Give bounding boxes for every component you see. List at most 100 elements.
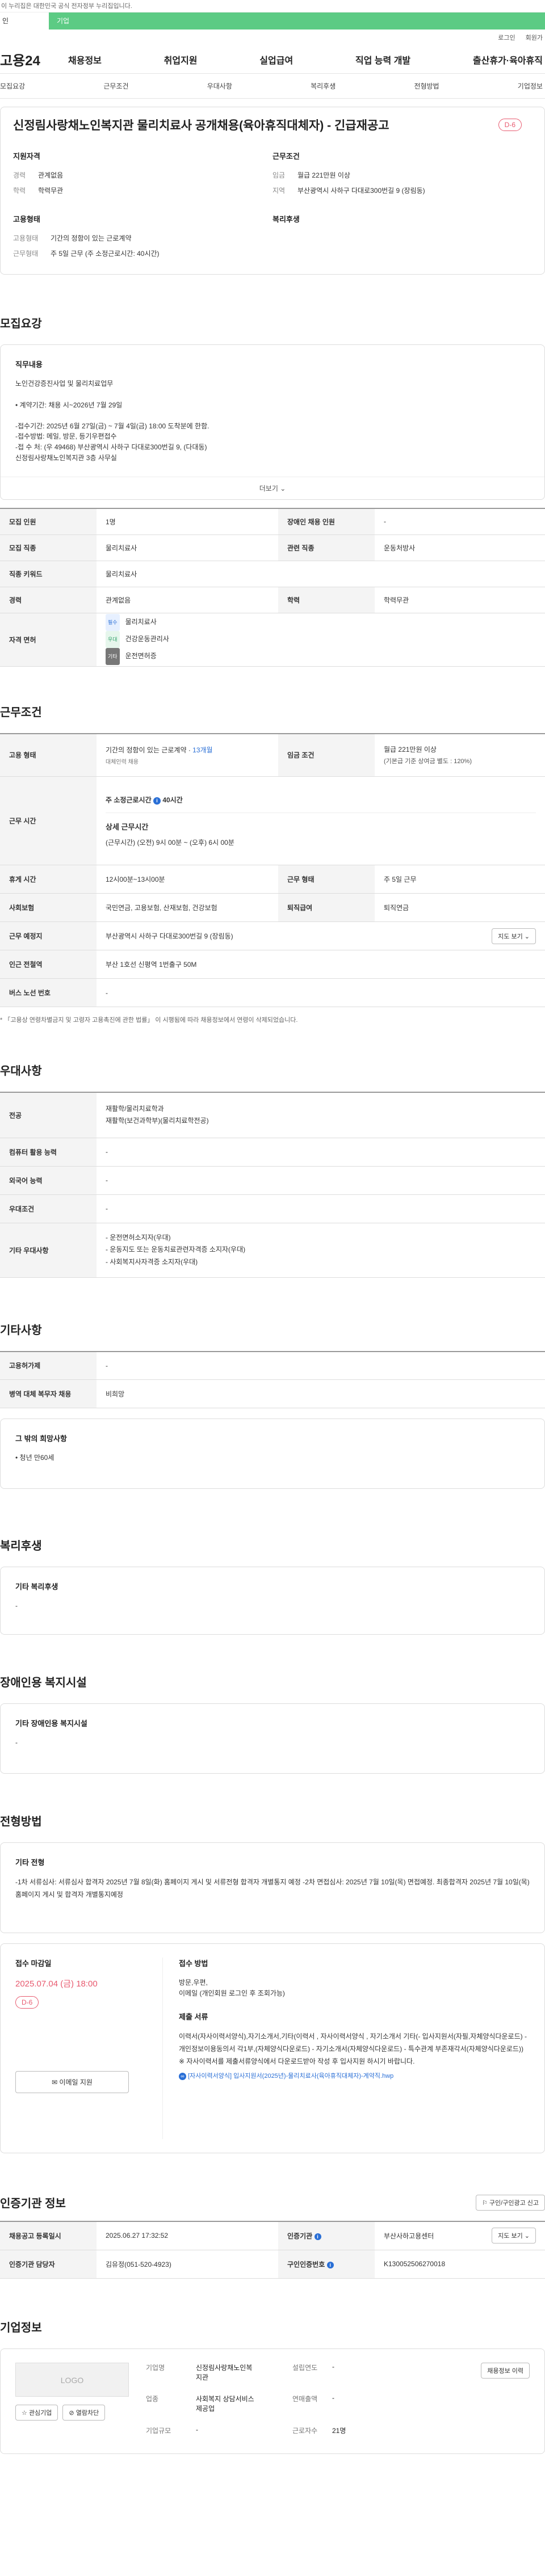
map-button[interactable]: 지도 보기 ⌄ — [492, 2228, 536, 2244]
cell-label: 고용 형태 — [0, 733, 97, 777]
info-icon[interactable]: i — [314, 2233, 321, 2240]
cell-value: 부산사하고용센터 — [384, 2232, 434, 2240]
snb-process[interactable]: 전형방법 — [414, 81, 439, 91]
company-industry-label: 업종 — [146, 2395, 159, 2404]
license-name: 건강운동관리사 — [125, 635, 169, 643]
wage-value: 월급 221만원 이상 — [384, 746, 437, 754]
snb-work[interactable]: 근무조건 — [103, 81, 128, 91]
mail-icon: ✉ — [52, 2078, 58, 2087]
license-badge: 기타 — [106, 648, 120, 666]
gnb-vocational-training[interactable]: 직업 능력 개발 — [355, 53, 410, 66]
cell-value: - — [97, 1351, 545, 1380]
cell-label: 퇴직급여 — [278, 893, 375, 923]
etc-box-item: • 청년 만60세 — [15, 1454, 54, 1462]
gnb-maternity-leave[interactable]: 출산휴가·육아휴직 — [473, 53, 543, 66]
welfare-box-value: - — [15, 1602, 18, 1610]
email-apply-button[interactable]: ✉ 이메일 지원 — [15, 2071, 129, 2094]
gnb-unemployment-benefit[interactable]: 실업급여 — [259, 53, 293, 66]
wage-sub: (기본급 기준 상여금 별도 : 120%) — [384, 758, 472, 765]
report-icon: ⚐ — [481, 2199, 488, 2207]
week-hours-label: 주 소정근로시간 — [106, 795, 152, 804]
cell-label: 휴게 시간 — [0, 865, 97, 894]
snb-pref[interactable]: 우대사항 — [207, 81, 232, 91]
gov-notice: 이 누리집은 대한민국 공식 전자정부 누리집입니다. — [0, 0, 545, 12]
section-title-disabled: 장애인용 복지시설 — [0, 1677, 87, 1690]
job-summary-card: 신정림사랑채노인복지관 물리치료사 공개채용(육아휴직대체자) - 긴급재공고 … — [0, 107, 545, 275]
gnb-employment-support[interactable]: 취업지원 — [164, 53, 198, 66]
cell-label: 인증기관 — [287, 2232, 313, 2240]
cell-value: - 운전면허소지자(우대) - 운동지도 또는 운동치료관련자격증 소지자(우대… — [97, 1223, 545, 1278]
license-name: 물리치료사 — [125, 618, 157, 626]
recruit-box: 직무내용 노인건강증진사업 및 물리치료업무 • 계약기간: 채용 시~2026… — [0, 344, 545, 500]
map-button[interactable]: 지도 보기 ⌄ — [492, 928, 536, 944]
more-label: 더보기 — [259, 485, 278, 493]
cell-label: 구인인증번호 — [287, 2260, 325, 2268]
section-title-etc: 기타사항 — [0, 1324, 42, 1337]
cell-value: 1명 — [97, 508, 278, 535]
more-button[interactable]: 더보기 ⌄ — [1, 477, 544, 499]
cell-value: 물리치료사 — [97, 561, 545, 587]
cell-label: 근무 형태 — [278, 865, 375, 894]
cell-value: 비희망 — [97, 1379, 545, 1409]
disabled-box-title: 기타 장애인용 복지시설 — [15, 1719, 87, 1728]
snb-company[interactable]: 기업정보 — [518, 81, 543, 91]
process-box-title: 기타 전형 — [15, 1858, 45, 1867]
disabled-box-value: - — [15, 1739, 18, 1747]
snb-welfare[interactable]: 복리후생 — [311, 81, 336, 91]
docs-value: 이력서(자사이력서양식),자기소개서,기타(이력서 , 자사이력서양식 , 자기… — [179, 2032, 527, 2065]
work-type-value: 주 5일 근무 (주 소정근로시간: 40시간) — [51, 250, 160, 258]
job-history-button[interactable]: 채용정보 이력 — [481, 2362, 530, 2379]
cell-label: 우대조건 — [0, 1194, 97, 1223]
tab-company[interactable]: 기업 — [49, 12, 98, 30]
tab-personal[interactable]: 인 — [0, 12, 49, 30]
docs-label: 제출 서류 — [179, 2013, 208, 2022]
cell-label: 모집 직종 — [0, 534, 97, 561]
company-staff-label: 근로자수 — [292, 2427, 318, 2435]
qual-edu-label: 학력 — [13, 187, 26, 195]
etc-box: 그 밖의 희망사항 • 청년 만60세 — [0, 1419, 545, 1489]
info-icon[interactable]: i — [326, 2261, 334, 2268]
cell-value: 12시00분~13시00분 — [97, 865, 278, 894]
favorite-label: 관심기업 — [28, 2409, 52, 2417]
chevron-down-icon: ⌄ — [524, 2233, 530, 2240]
cell-value: 관계없음 — [97, 587, 278, 613]
gnb-jobs[interactable]: 채용정보 — [68, 53, 102, 66]
attachment-link[interactable]: [자사이력서양식] 입사지원서(2025년)-물리치료사(육아휴직대체자)-계약… — [188, 2073, 393, 2080]
cell-value: K130052506270018 — [375, 2250, 545, 2279]
signup-link[interactable]: 회원가 — [526, 33, 543, 42]
qual-edu-value: 학력무관 — [38, 187, 64, 195]
report-button[interactable]: ⚐ 구인/구인광고 신고 — [475, 2194, 545, 2211]
cell-label: 고용허가제 — [0, 1351, 97, 1380]
work-type-label: 근무형태 — [13, 250, 39, 258]
cond-wage-value: 월급 221만원 이상 — [297, 171, 350, 180]
info-icon[interactable]: i — [153, 797, 161, 805]
login-link[interactable]: 로그인 — [498, 33, 515, 42]
cell-value: 학력무관 — [375, 587, 545, 613]
cell-label: 전공 — [0, 1092, 97, 1138]
deadline-value: 2025.07.04 (금) 18:00 — [15, 1979, 98, 1989]
emp-month-value: 13개월 — [192, 746, 213, 754]
etc-box-title: 그 밖의 희망사항 — [15, 1434, 67, 1443]
license-badge: 필수 — [106, 614, 120, 632]
deadline-label: 접수 마감일 — [15, 1959, 52, 1968]
cell-value: 운동처방사 — [375, 534, 545, 561]
cell-label: 사회보험 — [0, 893, 97, 923]
welfare-summary-title: 복리후생 — [272, 215, 300, 224]
qual-title: 지원자격 — [13, 152, 40, 161]
emp-type-value: 기간의 정함이 있는 근로계약 · — [106, 746, 193, 754]
cell-label: 임금 조건 — [278, 733, 375, 777]
license-badge: 우대 — [106, 631, 120, 649]
favorite-button[interactable]: ☆ 관심기업 — [15, 2404, 58, 2421]
week-hours-value: 40시간 — [162, 795, 183, 804]
block-button[interactable]: ⊘ 열람차단 — [62, 2404, 106, 2421]
company-sales-label: 연매출액 — [292, 2395, 318, 2404]
snb-recruit[interactable]: 모집요강 — [0, 81, 25, 91]
cell-label: 장애인 채용 인원 — [278, 508, 375, 535]
cell-label: 직종 키워드 — [0, 561, 97, 587]
qual-career-label: 경력 — [13, 171, 26, 180]
company-size: - — [196, 2426, 198, 2434]
site-logo[interactable]: 고용24 — [0, 49, 68, 69]
cell-label: 자격 면허 — [0, 613, 97, 667]
block-icon: ⊘ — [69, 2409, 74, 2417]
chevron-down-icon: ⌄ — [280, 485, 286, 493]
